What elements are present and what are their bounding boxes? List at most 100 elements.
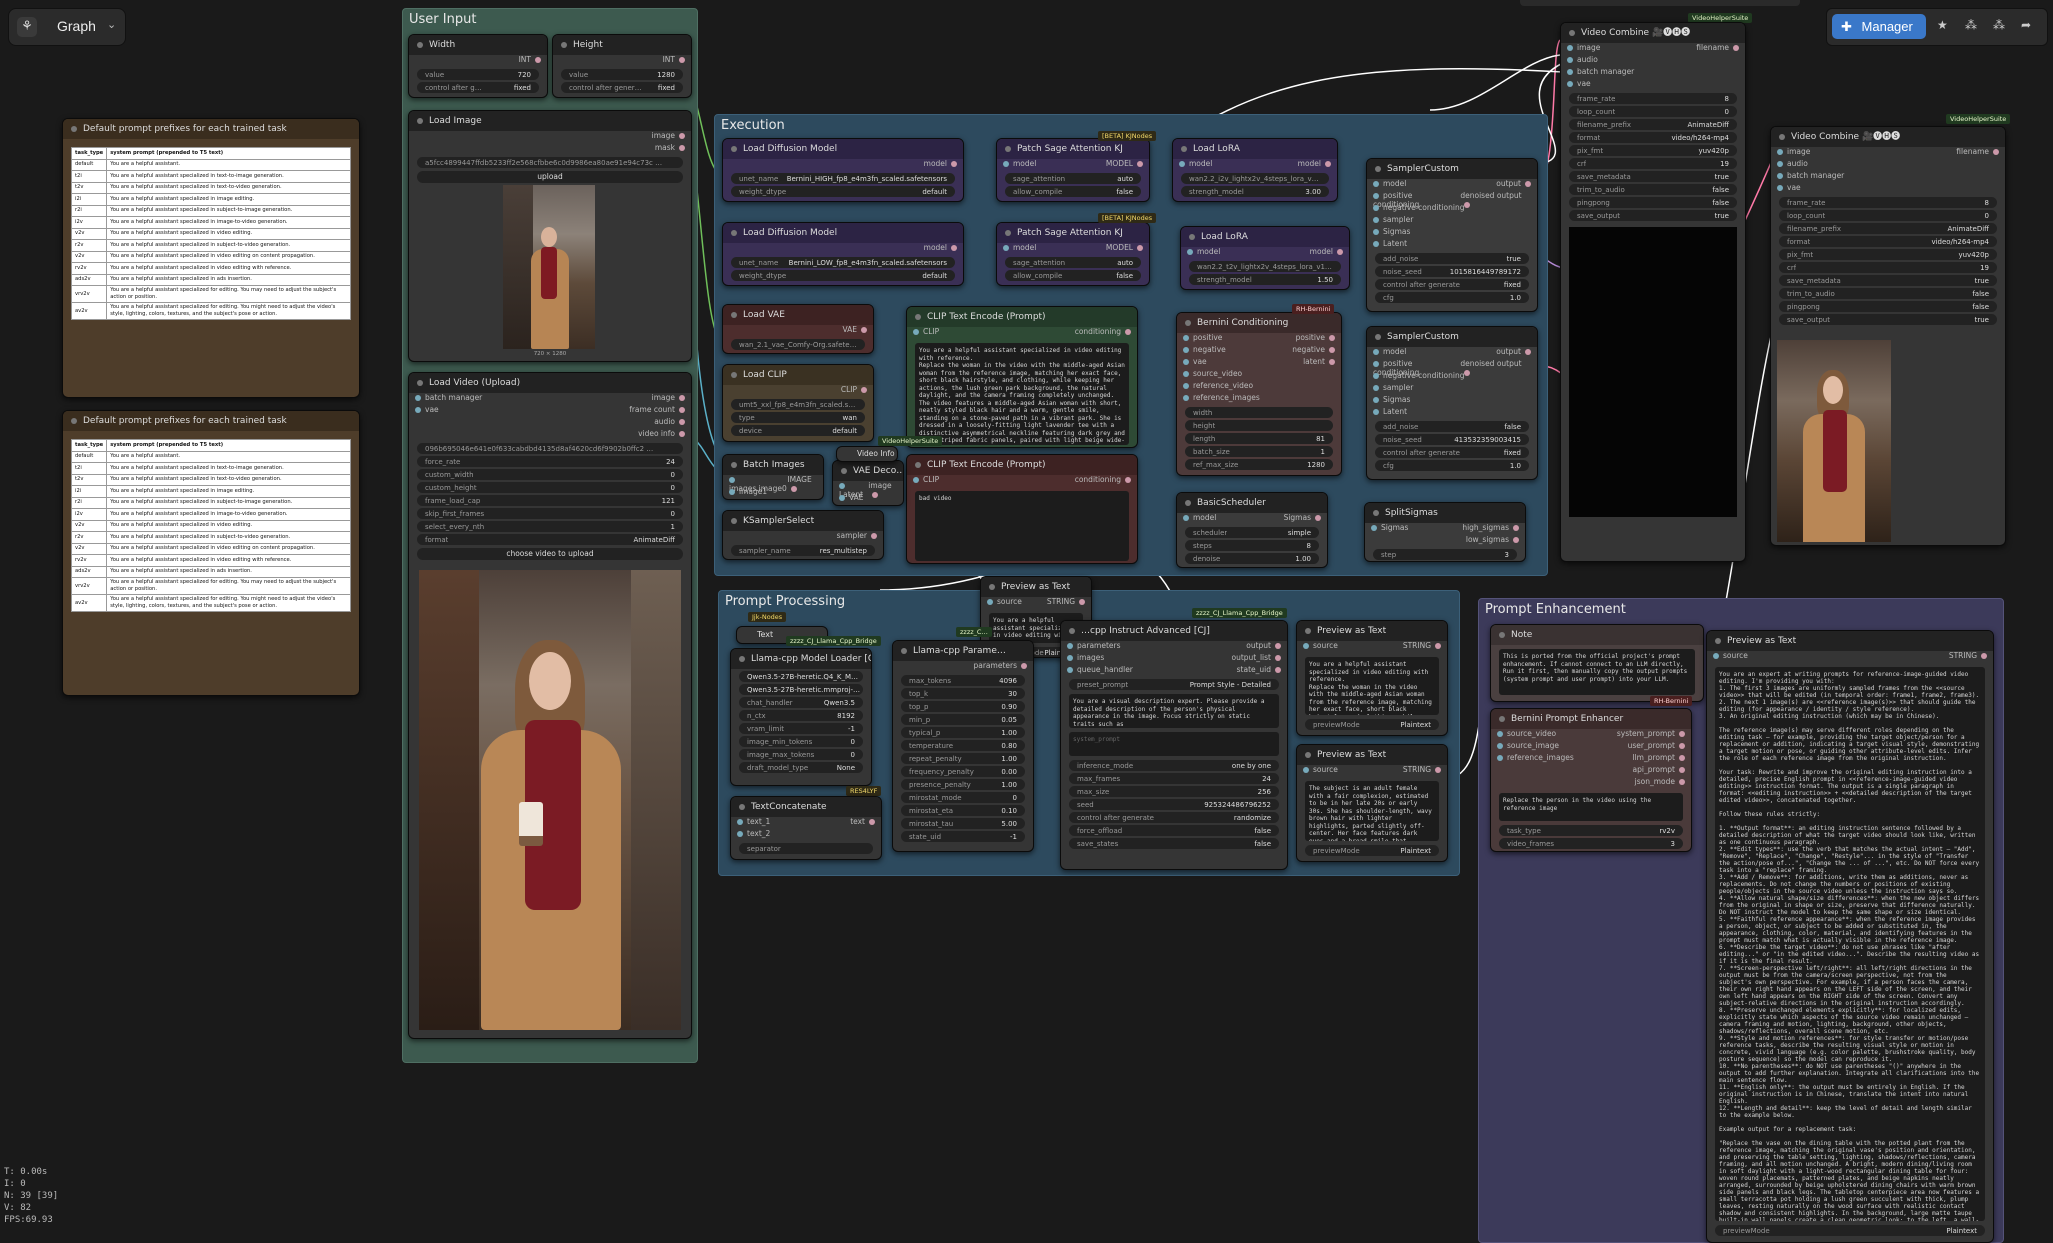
bernini-conditioning-node[interactable]: Bernini Conditioning positive positive neg… <box>1176 312 1342 476</box>
widget-row[interactable]: save_metadata true <box>1779 275 1997 286</box>
prefix-note-2[interactable]: Default prompt prefixes for each trained… <box>62 410 360 696</box>
widget-row[interactable]: noise_seed 413532359003415 <box>1375 434 1529 445</box>
width-node[interactable]: Width INT value 720 control after g… fixed <box>408 34 548 98</box>
patch-sage-2-attention[interactable]: sage_attention auto <box>1005 257 1141 268</box>
star-icon[interactable]: ★ <box>1937 18 1948 32</box>
height-control-widget[interactable]: control after gener… fixed <box>561 82 683 93</box>
widget-row[interactable]: format video/h264-mp4 <box>1779 236 1997 247</box>
load-image-node[interactable]: Load Image image mask a5fcc4899447ffdb52… <box>408 110 692 362</box>
widget-row[interactable]: filename_prefix AnimateDiff <box>1779 223 1997 234</box>
widget-row[interactable]: control after generate fixed <box>1375 279 1529 290</box>
widget-row[interactable]: scheduler simple <box>1185 527 1319 538</box>
widget-row[interactable]: task_type rv2v <box>1499 825 1683 836</box>
widget-row[interactable]: presence_penalty 1.00 <box>901 779 1025 790</box>
patch-sage-2-compile[interactable]: allow_compile false <box>1005 270 1141 281</box>
widget-row[interactable]: pingpong false <box>1779 301 1997 312</box>
widget-row[interactable]: pix_fmt yuv420p <box>1569 145 1737 156</box>
load-lora-node-2[interactable]: Load LoRA model model wan2.2_t2v_lightx2v… <box>1180 226 1350 290</box>
nodes-icon[interactable]: ⁂ <box>1993 18 2005 32</box>
widget-row[interactable]: format AnimateDiff <box>417 534 683 545</box>
load-diffusion-2-dtype[interactable]: weight_dtype default <box>731 270 955 281</box>
prefix-note-1[interactable]: Default prompt prefixes for each trained… <box>62 118 360 398</box>
manager-button[interactable]: ✚ Manager <box>1832 14 1926 39</box>
widget-row[interactable]: pix_fmt yuv420p <box>1779 249 1997 260</box>
widget-row[interactable]: frame_rate 8 <box>1569 93 1737 104</box>
widget-row[interactable]: control after generate randomize <box>1069 812 1279 823</box>
widget-row[interactable]: noise_seed 1015816449789172 <box>1375 266 1529 277</box>
widget-row[interactable]: chat_handler Qwen3.5 <box>739 697 863 708</box>
widget-row[interactable]: loop_count 0 <box>1779 210 1997 221</box>
widget-row[interactable]: inference_mode one by one <box>1069 760 1279 771</box>
positive-prompt-text[interactable]: You are a helpful assistant specialized … <box>915 343 1129 445</box>
load-image-file-widget[interactable]: a5fcc4899447ffdb5233ff2e568cfbbe6c0d9986… <box>417 157 683 168</box>
preview-big-mode[interactable]: previewMode Plaintext <box>1715 1225 1985 1236</box>
widget-row[interactable]: custom_height 0 <box>417 482 683 493</box>
preview-mid1-mode[interactable]: previewMode Plaintext <box>1305 719 1439 730</box>
widget-row[interactable]: crf 19 <box>1779 262 1997 273</box>
widget-row[interactable]: trim_to_audio false <box>1569 184 1737 195</box>
widget-row[interactable]: length 81 <box>1185 433 1333 444</box>
note-node[interactable]: Note This is ported from the official pr… <box>1490 624 1704 702</box>
load-diffusion-2-unet[interactable]: unet_name Bernini_LOW_fp8_e4m3fn_scaled.s… <box>731 257 955 268</box>
widget-row[interactable]: format video/h264-mp4 <box>1569 132 1737 143</box>
clip-text-encode-positive[interactable]: CLIP Text Encode (Prompt) CLIP conditioni… <box>906 306 1138 448</box>
widget-row[interactable]: cfg 1.0 <box>1375 292 1529 303</box>
widget-row[interactable]: trim_to_audio false <box>1779 288 1997 299</box>
load-video-upload-button[interactable]: choose video to upload <box>417 548 683 560</box>
widget-row[interactable]: frequency_penalty 0.00 <box>901 766 1025 777</box>
width-control-widget[interactable]: control after g… fixed <box>417 82 539 93</box>
widget-row[interactable]: force_offload false <box>1069 825 1279 836</box>
vae-decode-node[interactable]: VAE Deco… Latent image VAE <box>832 460 904 506</box>
basic-scheduler-node[interactable]: BasicScheduler model Sigmas scheduler simp… <box>1176 492 1328 568</box>
widget-row[interactable]: steps 8 <box>1185 540 1319 551</box>
batch-images-node[interactable]: Batch Images images.image0 IMAGE image1 <box>722 454 824 500</box>
load-lora-1-strength[interactable]: strength_model 3.00 <box>1181 186 1329 197</box>
bernini-enhancer-prompt[interactable]: Replace the person in the video using th… <box>1499 793 1683 821</box>
split-sigmas-step[interactable]: step 3 <box>1373 549 1517 560</box>
widget-row[interactable]: save_states false <box>1069 838 1279 849</box>
llama-instruct-preset[interactable]: preset_prompt Prompt Style - Detailed <box>1069 679 1279 690</box>
load-lora-2-name[interactable]: wan2.2_t2v_lightx2v_4steps_lora_v1.1 … <box>1189 261 1341 272</box>
share-icon[interactable]: ➦ <box>2021 18 2031 32</box>
widget-row[interactable]: crf 19 <box>1569 158 1737 169</box>
widget-row[interactable]: n_ctx 8192 <box>739 710 863 721</box>
widget-row[interactable]: draft_model_type None <box>739 762 863 773</box>
load-vae-file[interactable]: wan_2.1_vae_Comfy-Org.safete… <box>731 339 865 350</box>
widget-row[interactable]: llama_modelQwen3.5-27B-heretic.Q4_K_M… <box>739 671 863 682</box>
preview-mid2-mode[interactable]: previewMode Plaintext <box>1305 845 1439 856</box>
widget-row[interactable]: add_noise false <box>1375 421 1529 432</box>
widget-row[interactable]: control after generate fixed <box>1375 447 1529 458</box>
widget-row[interactable]: max_size 256 <box>1069 786 1279 797</box>
load-diffusion-1-unet[interactable]: unet_name Bernini_HIGH_fp8_e4m3fn_scaled.… <box>731 173 955 184</box>
widget-row[interactable]: loop_count 0 <box>1569 106 1737 117</box>
widget-row[interactable]: mirostat_eta 0.10 <box>901 805 1025 816</box>
widget-row[interactable]: pingpong false <box>1569 197 1737 208</box>
widget-row[interactable]: filename_prefix AnimateDiff <box>1569 119 1737 130</box>
llama-instruct-system-prompt[interactable]: system_prompt <box>1069 732 1279 756</box>
widget-row[interactable]: width <box>1185 407 1333 418</box>
widget-row[interactable]: save_output true <box>1779 314 1997 325</box>
load-vae-node[interactable]: Load VAE VAE wan_2.1_vae_Comfy-Org.safet… <box>722 304 874 354</box>
clip-text-encode-negative[interactable]: CLIP Text Encode (Prompt) CLIP conditioni… <box>906 454 1138 564</box>
load-clip-node[interactable]: Load CLIP CLIP umt5_xxl_fp8_e4m3fn_scale… <box>722 364 874 442</box>
split-sigmas-node[interactable]: SplitSigmas Sigmas high_sigmas low_sigmas… <box>1364 502 1526 562</box>
load-clip-file[interactable]: umt5_xxl_fp8_e4m3fn_scaled.s… <box>731 399 865 410</box>
widget-row[interactable]: Qwen3.5-27B-heretic.mmproj-… <box>739 684 863 695</box>
preview-text-mid1[interactable]: Preview as Text source STRING You are a h… <box>1296 620 1448 736</box>
widget-row[interactable]: mirostat_tau 5.00 <box>901 818 1025 829</box>
patch-sage-1-attention[interactable]: sage_attention auto <box>1005 173 1141 184</box>
load-diffusion-node-2[interactable]: Load Diffusion Model model unet_name Bern… <box>722 222 964 286</box>
widget-row[interactable]: video_frames 3 <box>1499 838 1683 849</box>
load-lora-2-strength[interactable]: strength_model 1.50 <box>1189 274 1341 285</box>
widget-row[interactable]: height <box>1185 420 1333 431</box>
widget-row[interactable]: save_output true <box>1569 210 1737 221</box>
llama-instruct-node[interactable]: …cpp Instruct Advanced [CJ] parameters ou… <box>1060 620 1288 870</box>
ksampler-select-widget[interactable]: sampler_name res_multistep <box>731 545 875 556</box>
widget-row[interactable]: vram_limit -1 <box>739 723 863 734</box>
patch-sage-1-compile[interactable]: allow_compile false <box>1005 186 1141 197</box>
load-image-upload-button[interactable]: upload <box>417 171 683 183</box>
widget-row[interactable]: frame_rate 8 <box>1779 197 1997 208</box>
width-value-widget[interactable]: value 720 <box>417 69 539 80</box>
note-text[interactable]: This is ported from the official project… <box>1499 649 1695 695</box>
widget-row[interactable]: skip_first_frames 0 <box>417 508 683 519</box>
